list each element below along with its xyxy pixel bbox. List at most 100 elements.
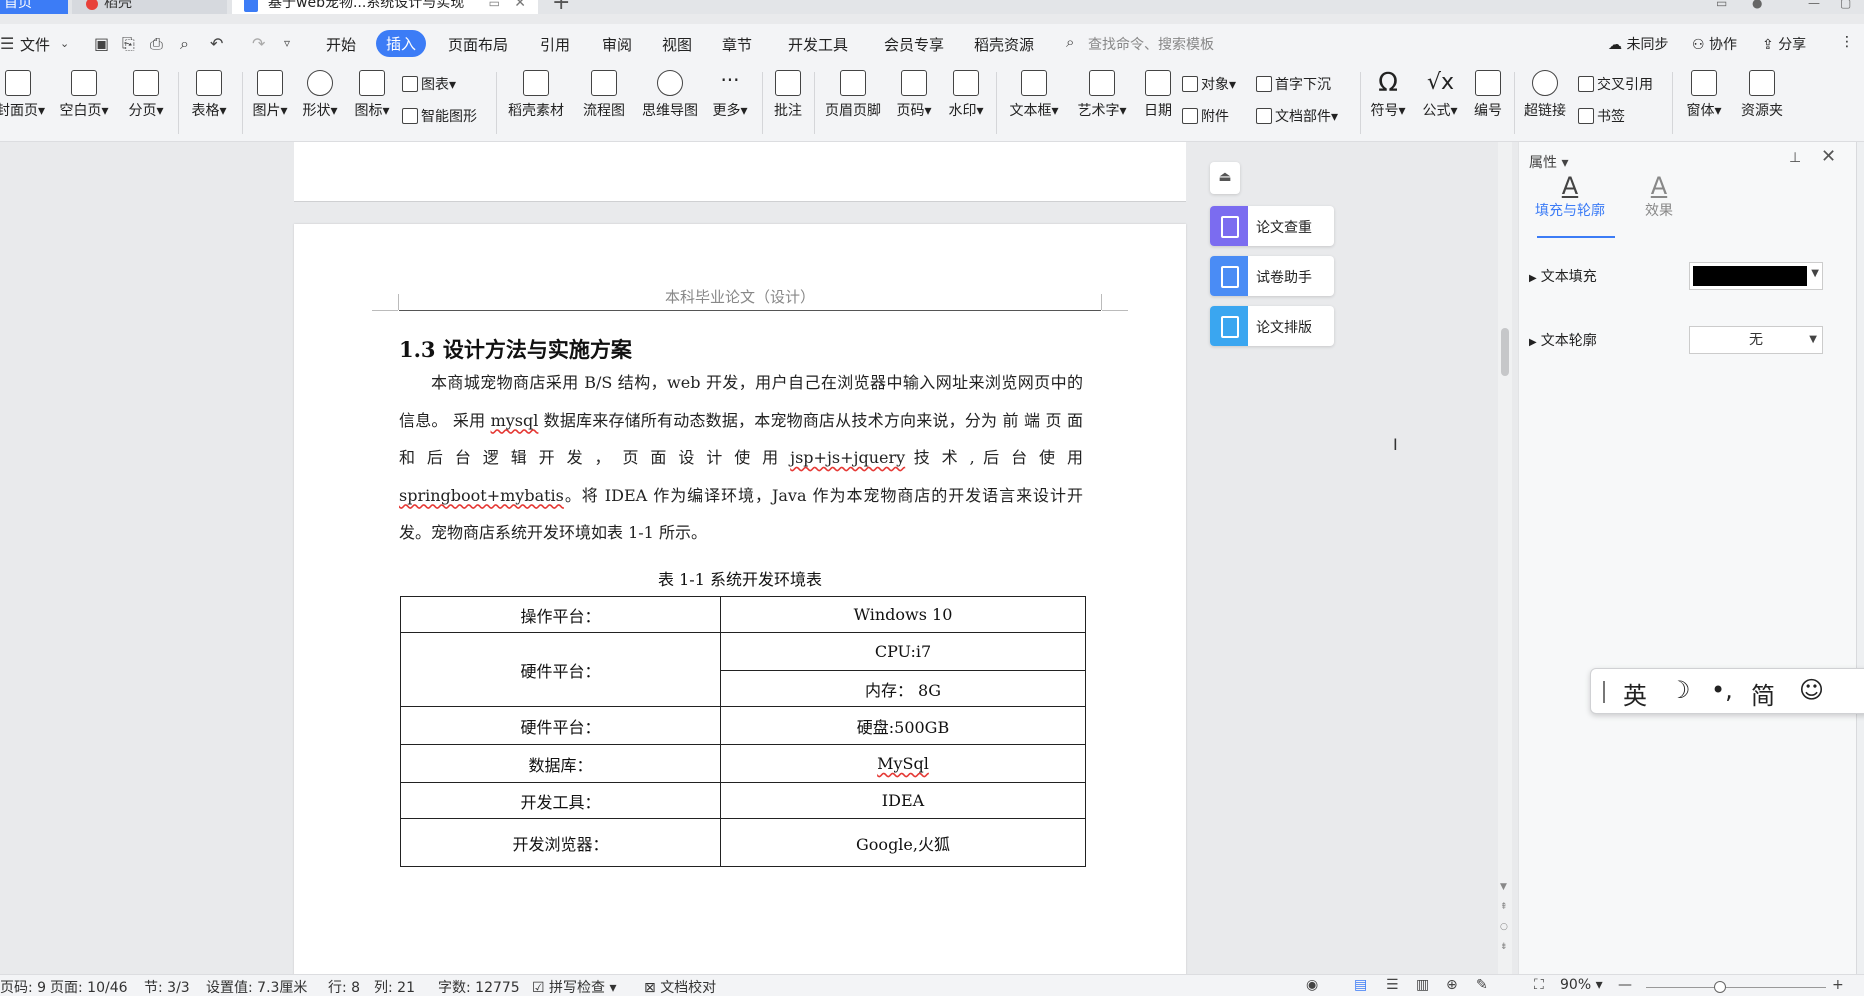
table-cell[interactable]: 开发浏览器： bbox=[400, 818, 721, 867]
collaborate-button[interactable]: ⚇ 协作 bbox=[1692, 34, 1737, 54]
menu-review[interactable]: 审阅 bbox=[602, 34, 632, 55]
tab-effect[interactable]: A 效果 bbox=[1645, 172, 1673, 220]
print-icon[interactable]: ⎙ bbox=[150, 34, 163, 54]
eye-protection-icon[interactable]: ◉ bbox=[1306, 977, 1318, 993]
page-break-button[interactable]: 分页▾ bbox=[124, 64, 168, 120]
undo-icon[interactable]: ↶ bbox=[210, 34, 223, 53]
text-outline-select[interactable]: 无 ▼ bbox=[1689, 326, 1823, 354]
table-cell[interactable]: 数据库： bbox=[400, 744, 721, 783]
daoke-material-button[interactable]: 稻壳素材 bbox=[504, 64, 568, 120]
flowchart-button[interactable]: 流程图 bbox=[578, 64, 630, 120]
drop-cap-button[interactable]: 首字下沉 bbox=[1256, 74, 1331, 94]
hamburger-menu-icon[interactable]: ☰ bbox=[0, 34, 14, 53]
attachment-button[interactable]: 附件 bbox=[1182, 106, 1229, 126]
table-cell[interactable]: 硬盘:500GB bbox=[720, 706, 1086, 745]
page-view-icon[interactable]: ▤ bbox=[1354, 977, 1367, 993]
table-caption[interactable]: 表 1-1 系统开发环境表 bbox=[294, 566, 1186, 590]
cross-reference-button[interactable]: 交叉引用 bbox=[1578, 74, 1653, 94]
doc-proofread-button[interactable]: ⊠ 文档校对 bbox=[644, 977, 716, 996]
new-tab-icon[interactable]: + bbox=[552, 0, 570, 14]
ime-drag-handle[interactable] bbox=[1603, 681, 1605, 703]
panel-close-icon[interactable]: ✕ bbox=[1821, 146, 1836, 167]
exam-assistant-button[interactable]: 试卷助手 bbox=[1210, 256, 1334, 296]
menu-developer[interactable]: 开发工具 bbox=[788, 34, 848, 55]
bookmark-button[interactable]: 书签 bbox=[1578, 106, 1625, 126]
textbox-button[interactable]: 文本框▾ bbox=[1004, 64, 1064, 120]
table-cell[interactable]: 硬件平台： bbox=[400, 632, 721, 707]
watermark-button[interactable]: 水印▾ bbox=[944, 64, 988, 120]
spell-error-mysql-cell[interactable]: MySql bbox=[877, 754, 929, 773]
status-section[interactable]: 节: 3/3 bbox=[144, 977, 190, 996]
menu-start[interactable]: 开始 bbox=[326, 34, 356, 55]
environment-table[interactable]: 操作平台： Windows 10 硬件平台： CPU:i7 内存： 8G 硬件平… bbox=[400, 596, 1086, 867]
mindmap-button[interactable]: 思维导图 bbox=[638, 64, 702, 120]
table-cell[interactable]: 操作平台： bbox=[400, 596, 721, 633]
tab-daoke[interactable]: 稻壳 bbox=[72, 0, 227, 14]
maximize-icon[interactable]: ▢ bbox=[1840, 0, 1851, 10]
text-fill-color-picker[interactable]: ▼ bbox=[1689, 262, 1823, 290]
status-pages[interactable]: 页面: 10/46 bbox=[50, 977, 128, 996]
doc-parts-button[interactable]: 文档部件▾ bbox=[1256, 106, 1338, 126]
tab-home[interactable]: 首页 bbox=[0, 0, 68, 14]
side-toolbar-strip[interactable] bbox=[1856, 142, 1864, 974]
status-words[interactable]: 字数: 12775 bbox=[438, 977, 520, 996]
tab-pin-icon[interactable]: ▭ bbox=[489, 0, 500, 14]
spell-check-button[interactable]: ☑ 拼写检查 ▾ bbox=[532, 977, 617, 996]
date-button[interactable]: 日期 bbox=[1140, 64, 1176, 120]
status-setting[interactable]: 设置值: 7.3厘米 bbox=[206, 977, 307, 996]
plagiarism-check-button[interactable]: 论文查重 bbox=[1210, 206, 1334, 246]
ime-toolbar[interactable]: 英 ☽ •, 简 ☺ bbox=[1590, 668, 1864, 714]
tab-close-icon[interactable]: ✕ bbox=[514, 0, 526, 14]
minimize-icon[interactable]: — bbox=[1808, 0, 1820, 10]
scroll-down-icon[interactable]: ▼ bbox=[1500, 882, 1507, 892]
picture-button[interactable]: 图片▾ bbox=[248, 64, 292, 120]
command-search-input[interactable]: 查找命令、搜索模板 bbox=[1088, 34, 1214, 54]
numbering-button[interactable]: 编号 bbox=[1470, 64, 1506, 120]
comment-button[interactable]: 批注 bbox=[768, 64, 808, 120]
status-row[interactable]: 行: 8 bbox=[328, 977, 360, 996]
ime-lang-toggle[interactable]: 英 bbox=[1623, 676, 1647, 711]
outline-view-icon[interactable]: ☰ bbox=[1386, 977, 1399, 993]
document-page[interactable]: 本科毕业论文（设计） 1.3 设计方法与实施方案 本商城宠物商店采用 B/S 结… bbox=[294, 224, 1186, 974]
page-number-button[interactable]: 页码▾ bbox=[892, 64, 936, 120]
table-cell[interactable]: CPU:i7 bbox=[720, 632, 1086, 671]
export-pdf-icon[interactable]: ⎘ bbox=[122, 34, 135, 54]
menu-daoke-resources[interactable]: 稻壳资源 bbox=[974, 34, 1034, 55]
resource-folder-button[interactable]: 资源夹 bbox=[1736, 64, 1788, 120]
table-cell[interactable]: MySql bbox=[720, 744, 1086, 783]
select-browse-icon[interactable]: ○ bbox=[1500, 922, 1508, 932]
fit-page-icon[interactable]: ⛶ bbox=[1534, 977, 1544, 993]
header-footer-button[interactable]: 页眉页脚 bbox=[820, 64, 886, 120]
collapse-tools-button[interactable]: ⏏ bbox=[1210, 162, 1240, 194]
punctuation-icon[interactable]: •, bbox=[1711, 676, 1733, 704]
spell-error-jsp[interactable]: jsp+js+jquery bbox=[790, 448, 905, 467]
redo-icon[interactable]: ↷ bbox=[252, 34, 265, 53]
more-button[interactable]: ··· 更多▾ bbox=[708, 64, 752, 120]
section-heading[interactable]: 1.3 设计方法与实施方案 bbox=[399, 334, 632, 364]
text-outline-row[interactable]: ▶ 文本轮廓 bbox=[1529, 330, 1597, 350]
menu-view[interactable]: 视图 bbox=[662, 34, 692, 55]
sync-status-button[interactable]: ☁ 未同步 bbox=[1608, 34, 1668, 54]
wordart-button[interactable]: 艺术字▾ bbox=[1072, 64, 1132, 120]
web-view-icon[interactable]: ⊕ bbox=[1446, 977, 1458, 993]
status-col[interactable]: 列: 21 bbox=[374, 977, 415, 996]
blank-page-button[interactable]: 空白页▾ bbox=[58, 64, 110, 120]
form-window-button[interactable]: 窗体▾ bbox=[1680, 64, 1728, 120]
smart-art-button[interactable]: 智能图形 bbox=[402, 106, 477, 126]
reading-view-icon[interactable]: ▥ bbox=[1416, 977, 1429, 993]
table-button[interactable]: 表格▾ bbox=[186, 64, 232, 120]
menu-references[interactable]: 引用 bbox=[540, 34, 570, 55]
chevron-down-icon[interactable]: ⌄ bbox=[60, 37, 69, 50]
avatar[interactable]: ● bbox=[1752, 0, 1762, 10]
hyperlink-button[interactable]: 超链接 bbox=[1520, 64, 1570, 120]
scrollbar-thumb[interactable] bbox=[1501, 328, 1509, 376]
menu-page-layout[interactable]: 页面布局 bbox=[448, 34, 508, 55]
table-cell[interactable]: IDEA bbox=[720, 782, 1086, 819]
prev-page-icon[interactable]: ⇞ bbox=[1500, 902, 1508, 912]
zoom-slider[interactable] bbox=[1646, 987, 1826, 988]
pin-icon[interactable]: ⊥ bbox=[1789, 150, 1801, 166]
save-icon[interactable]: ▣ bbox=[94, 34, 109, 53]
formula-button[interactable]: √x 公式▾ bbox=[1418, 64, 1462, 120]
share-button[interactable]: ⇪ 分享 bbox=[1762, 34, 1806, 54]
layout-icon[interactable]: ▭ bbox=[1716, 0, 1727, 10]
